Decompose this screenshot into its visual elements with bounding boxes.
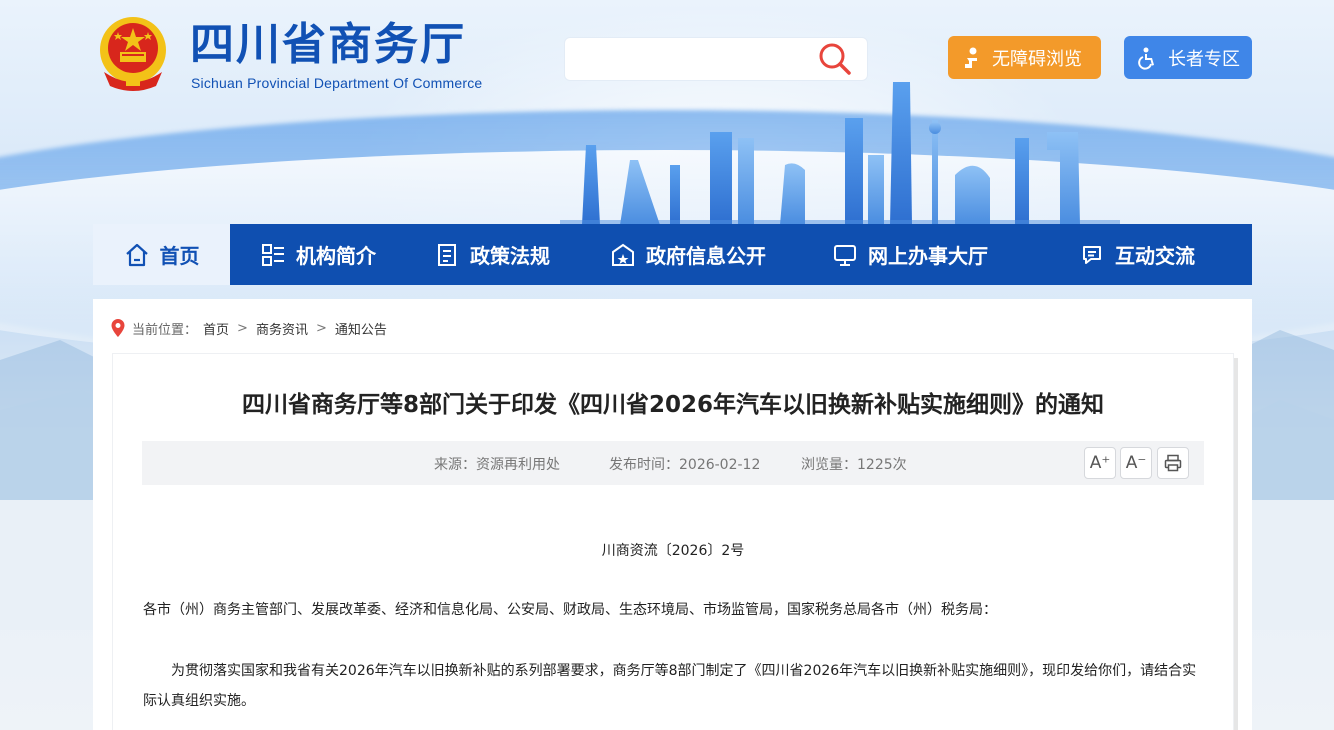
nav-label-policy: 政策法规: [470, 244, 550, 268]
elder-zone-button[interactable]: 长者专区: [1124, 36, 1252, 79]
breadcrumb: 当前位置： 首页 > 商务资讯 > 通知公告: [110, 318, 387, 338]
accessibility-label: 无障碍浏览: [992, 48, 1082, 70]
article-recipients: 各市（州）商务主管部门、发展改革委、经济和信息化局、公安局、财政局、生态环境局、…: [143, 602, 997, 618]
site-title: 四川省商务厅: [190, 19, 466, 70]
location-pin-icon: [111, 319, 125, 337]
font-smaller-label: A⁻: [1125, 453, 1147, 473]
breadcrumb-notices[interactable]: 通知公告: [335, 319, 387, 338]
nav-item-policy[interactable]: 政策法规: [406, 224, 578, 285]
article-title: 四川省商务厅等8部门关于印发《四川省2026年汽车以旧换新补贴实施细则》的通知: [241, 392, 1105, 418]
scrollbar[interactable]: [1234, 358, 1238, 730]
article-date: 发布时间：2026-02-12: [609, 457, 761, 473]
nav-item-online-service[interactable]: 网上办事大厅: [798, 224, 1022, 285]
monitor-icon: [834, 244, 856, 266]
accessibility-button[interactable]: 无障碍浏览: [948, 36, 1101, 79]
font-smaller-button[interactable]: A⁻: [1120, 447, 1152, 479]
nav-item-gov-info[interactable]: 政府信息公开: [578, 224, 798, 285]
search-input[interactable]: [575, 46, 815, 74]
article-views: 浏览量：1225次: [801, 457, 907, 473]
nav-item-home[interactable]: 首页: [93, 224, 230, 285]
national-emblem-logo: [100, 17, 166, 91]
font-larger-label: A⁺: [1089, 453, 1111, 473]
print-button[interactable]: [1157, 447, 1189, 479]
nav-label-online-service: 网上办事大厅: [868, 244, 988, 268]
print-icon: [1164, 454, 1182, 472]
nav-label-home: 首页: [159, 244, 200, 268]
home-icon: [125, 243, 148, 266]
nav-label-about: 机构简介: [296, 244, 376, 268]
article-source: 来源：资源再利用处: [434, 457, 560, 473]
building-icon: [612, 243, 634, 266]
breadcrumb-home[interactable]: 首页: [203, 319, 229, 338]
nav-label-gov-info: 政府信息公开: [646, 244, 766, 268]
breadcrumb-label: 当前位置：: [132, 322, 198, 338]
nav-item-about[interactable]: 机构简介: [230, 224, 406, 285]
main-navigation: 首页 机构简介 政策法规 政府信息公开 网上办事大厅 互动交流: [93, 224, 1252, 285]
accessibility-person-icon: [965, 47, 977, 68]
nav-item-interaction[interactable]: 互动交流: [1022, 224, 1252, 285]
search-icon[interactable]: [818, 42, 852, 76]
breadcrumb-news[interactable]: 商务资讯: [256, 319, 308, 338]
document-number: 川商资流〔2026〕2号: [601, 543, 745, 559]
document-icon: [438, 243, 456, 266]
wheelchair-icon: [1138, 47, 1154, 70]
font-larger-button[interactable]: A⁺: [1084, 447, 1116, 479]
org-list-icon: [262, 243, 284, 266]
breadcrumb-separator: >: [315, 320, 327, 336]
breadcrumb-separator: >: [237, 320, 248, 336]
elder-zone-label: 长者专区: [1168, 48, 1240, 70]
city-skyline-illustration: [560, 82, 1120, 230]
site-subtitle: Sichuan Provincial Department Of Commerc…: [191, 75, 483, 91]
article-meta-bar: 来源：资源再利用处 发布时间：2026-02-12 浏览量：1225次: [142, 441, 1204, 485]
article-body-paragraph: 为贯彻落实国家和我省有关2026年汽车以旧换新补贴的系列部署要求，商务厅等8部门…: [143, 663, 1197, 709]
nav-label-interaction: 互动交流: [1115, 244, 1195, 268]
chat-icon: [1083, 245, 1101, 264]
